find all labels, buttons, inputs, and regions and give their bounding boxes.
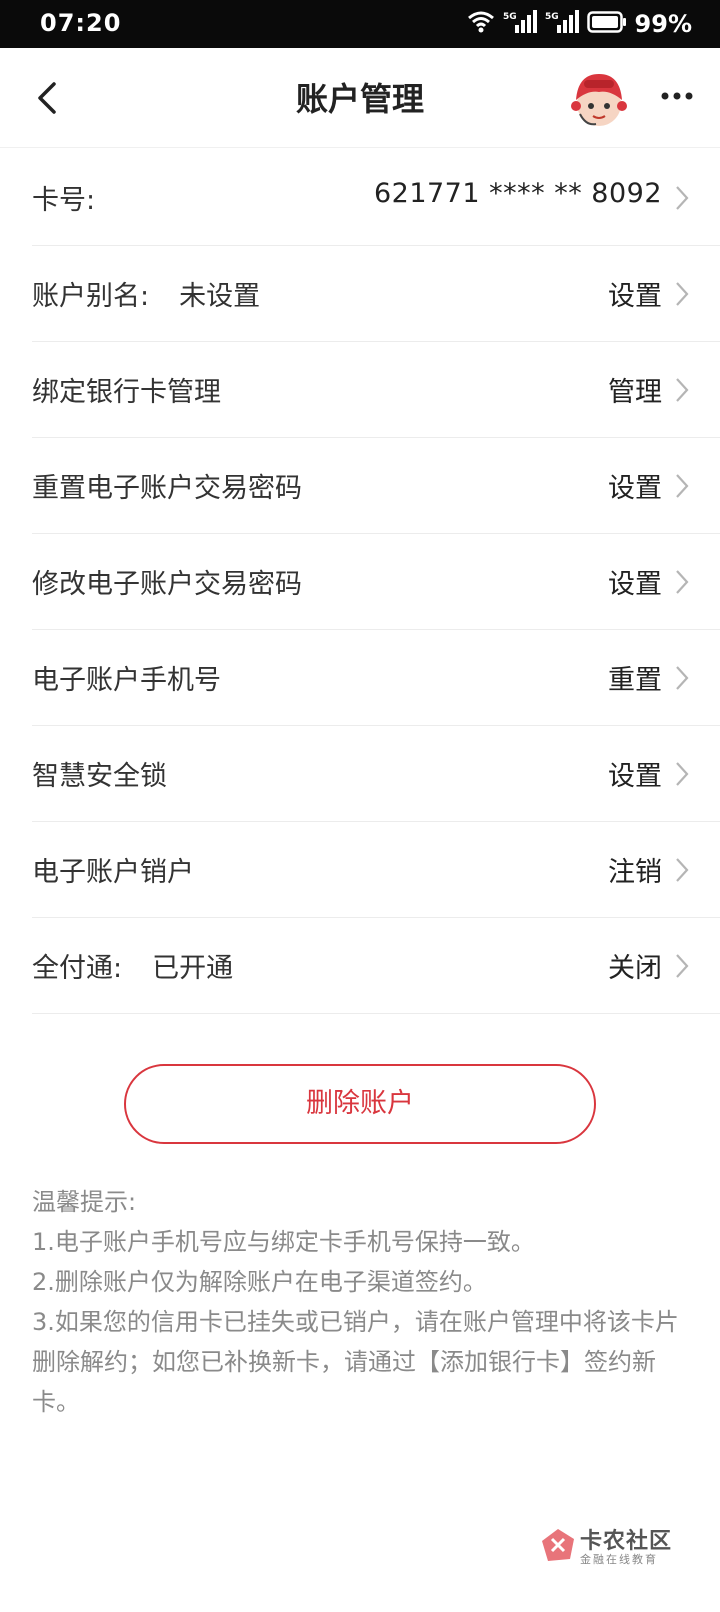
tip-item: 3.如果您的信用卡已挂失或已销户，请在账户管理中将该卡片删除解约；如您已补换新卡…: [32, 1308, 679, 1416]
account-alias-value: 未设置: [179, 281, 261, 312]
mascot-avatar-icon[interactable]: [566, 66, 632, 132]
change-password-action[interactable]: 设置: [608, 562, 662, 601]
status-icons: 5G 5G 99%: [467, 8, 692, 40]
list-item-smart-lock[interactable]: 智慧安全锁 设置: [32, 726, 720, 822]
chevron-right-icon: [676, 378, 689, 402]
bound-card-label: 绑定银行卡管理: [32, 377, 221, 408]
tip-item: 2.删除账户仅为解除账户在电子渠道签约。: [32, 1268, 487, 1296]
list-item-change-password[interactable]: 修改电子账户交易密码 设置: [32, 534, 720, 630]
tips-title: 温馨提示:: [32, 1188, 137, 1216]
list-item-close-account[interactable]: 电子账户销户 注销: [32, 822, 720, 918]
account-alias-action[interactable]: 设置: [608, 274, 662, 313]
quanfutong-status: 已开通: [152, 953, 234, 984]
signal-1-label: 5G: [503, 12, 517, 22]
list-item-card-number[interactable]: 卡号: 621771 **** ** 8092: [32, 150, 720, 246]
chevron-right-icon: [676, 858, 689, 882]
status-bar: 07:20 5G 5G 99%: [0, 0, 720, 48]
phone-number-action[interactable]: 重置: [608, 658, 662, 697]
close-account-action[interactable]: 注销: [608, 850, 662, 889]
chevron-right-icon: [676, 282, 689, 306]
bound-card-action[interactable]: 管理: [608, 370, 662, 409]
list-item-reset-password[interactable]: 重置电子账户交易密码 设置: [32, 438, 720, 534]
signal-5g-icon: 5G: [545, 9, 579, 39]
delete-account-button[interactable]: 删除账户: [124, 1064, 596, 1144]
watermark: 卡农社区 金融在线教育: [540, 1525, 690, 1569]
chevron-right-icon: [676, 186, 689, 210]
battery-percent: 99%: [634, 10, 692, 38]
chevron-right-icon: [676, 954, 689, 978]
card-number-label: 卡号:: [32, 185, 96, 216]
change-password-label: 修改电子账户交易密码: [32, 569, 302, 600]
kanong-logo-icon: [542, 1529, 574, 1561]
list-item-quanfutong[interactable]: 全付通: 已开通 关闭: [32, 918, 720, 1014]
chevron-right-icon: [676, 666, 689, 690]
account-settings-list: 卡号: 621771 **** ** 8092 账户别名: 未设置 设置 绑定银行…: [0, 150, 720, 1014]
more-button[interactable]: [660, 86, 694, 106]
account-alias-label: 账户别名:: [32, 281, 150, 312]
list-item-account-alias[interactable]: 账户别名: 未设置 设置: [32, 246, 720, 342]
more-dots-icon: [661, 92, 693, 100]
phone-number-label: 电子账户手机号: [32, 665, 221, 696]
close-account-label: 电子账户销户: [32, 857, 194, 888]
tip-item: 1.电子账户手机号应与绑定卡手机号保持一致。: [32, 1228, 535, 1256]
battery-icon: [586, 11, 627, 37]
list-item-bound-card-manage[interactable]: 绑定银行卡管理 管理: [32, 342, 720, 438]
nav-bar: 账户管理: [0, 48, 720, 148]
quanfutong-label: 全付通:: [32, 953, 123, 984]
list-item-phone-number[interactable]: 电子账户手机号 重置: [32, 630, 720, 726]
smart-lock-action[interactable]: 设置: [608, 754, 662, 793]
card-number-value: 621771 **** ** 8092: [373, 178, 662, 209]
watermark-subtitle: 金融在线教育: [580, 1553, 658, 1566]
status-time: 07:20: [40, 9, 122, 37]
quanfutong-action[interactable]: 关闭: [608, 946, 662, 985]
signal-5g-icon: 5G: [503, 9, 537, 39]
chevron-right-icon: [676, 474, 689, 498]
signal-2-label: 5G: [545, 12, 559, 22]
reset-password-label: 重置电子账户交易密码: [32, 473, 302, 504]
chevron-right-icon: [676, 570, 689, 594]
reset-password-action[interactable]: 设置: [608, 466, 662, 505]
tips-section: 温馨提示: 1.电子账户手机号应与绑定卡手机号保持一致。 2.删除账户仅为解除账…: [32, 1182, 698, 1422]
smart-lock-label: 智慧安全锁: [32, 761, 167, 792]
wifi-icon: [467, 10, 495, 38]
chevron-right-icon: [676, 762, 689, 786]
